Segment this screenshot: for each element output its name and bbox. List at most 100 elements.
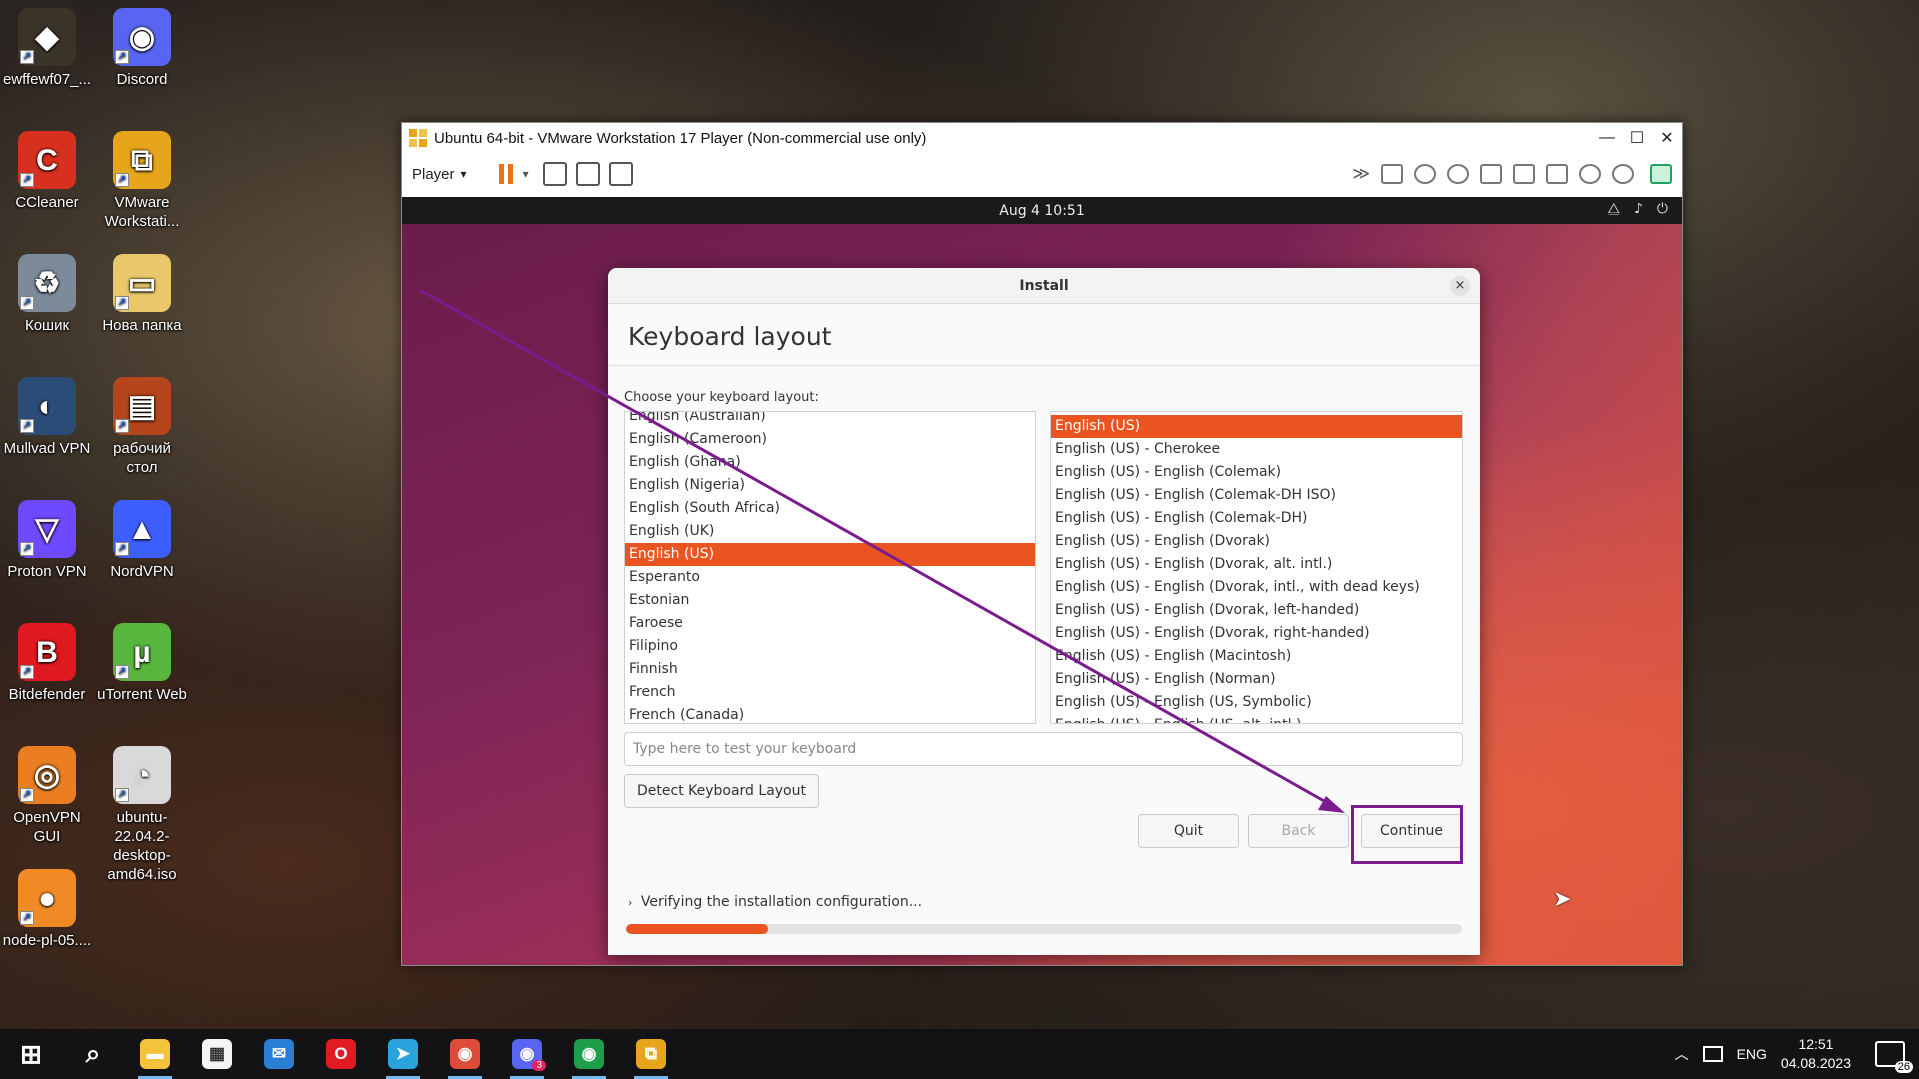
language-list-item[interactable]: English (US)	[625, 543, 1035, 566]
notifications-button[interactable]: 26	[1875, 1041, 1913, 1073]
shortcut-arrow-icon: ↗	[20, 788, 34, 802]
taskbar-mail-button[interactable]: ✉	[248, 1029, 310, 1079]
desktop-icon[interactable]: ▭ ↗ Нова папка	[96, 254, 188, 335]
language-list-item[interactable]: Esperanto	[625, 566, 1035, 589]
language-list-item[interactable]: English (Australian)	[625, 412, 1035, 428]
variant-list-item[interactable]: English (US) - English (US, alt. intl.)	[1051, 714, 1462, 723]
message-log-icon[interactable]	[1650, 164, 1672, 184]
variant-list-item[interactable]: English (US) - English (US, Symbolic)	[1051, 691, 1462, 714]
fit-guest-icon[interactable]	[575, 162, 600, 186]
desktop-icon-label: Кошик	[24, 317, 70, 334]
taskbar-discord-button[interactable]: ◉ 3	[496, 1029, 558, 1079]
cd-drive-icon[interactable]	[1414, 164, 1436, 184]
usb-icon[interactable]	[1612, 164, 1634, 184]
device-icons: ≫	[1352, 164, 1672, 184]
language-list-item[interactable]: Estonian	[625, 589, 1035, 612]
variant-list-item[interactable]: English (US) - English (Colemak-DH)	[1051, 507, 1462, 530]
variant-list-item[interactable]: English (US) - English (Colemak-DH ISO)	[1051, 484, 1462, 507]
back-button[interactable]: Back	[1248, 814, 1349, 848]
variant-list-item[interactable]: English (US)	[1051, 415, 1462, 438]
variant-list-item[interactable]: English (US) - English (Colemak)	[1051, 461, 1462, 484]
vmware-titlebar[interactable]: Ubuntu 64-bit - VMware Workstation 17 Pl…	[402, 123, 1682, 153]
language-list-item[interactable]: English (Cameroon)	[625, 428, 1035, 451]
language-list-item[interactable]: Finnish	[625, 658, 1035, 681]
desktop-icon[interactable]: ♻ ↗ Кошик	[1, 254, 93, 335]
language-list-item[interactable]: French	[625, 681, 1035, 704]
hard-disk-icon[interactable]	[1381, 164, 1403, 184]
detect-keyboard-layout-button[interactable]: Detect Keyboard Layout	[624, 774, 819, 808]
pause-button[interactable]: ▾	[497, 163, 529, 185]
taskbar-opera-button[interactable]: O	[310, 1029, 372, 1079]
desktop-icon[interactable]: ◆ ↗ ewffewf07_...	[1, 8, 93, 89]
taskbar-chrome-button[interactable]: ◉	[434, 1029, 496, 1079]
network-adapter-icon[interactable]	[1513, 164, 1535, 184]
ubuntu-clock[interactable]: Aug 4 10:51	[999, 203, 1085, 219]
desktop-icon[interactable]: ▲ ↗ NordVPN	[96, 500, 188, 581]
desktop-icon[interactable]: ◐ ↗ Mullvad VPN	[1, 377, 93, 458]
quit-button[interactable]: Quit	[1138, 814, 1239, 848]
language-list-item[interactable]: Filipino	[625, 635, 1035, 658]
language-indicator[interactable]: ENG	[1737, 1046, 1767, 1062]
sound-card-icon[interactable]	[1579, 164, 1601, 184]
shortcut-arrow-icon: ↗	[115, 788, 129, 802]
keyboard-test-input[interactable]	[624, 732, 1463, 766]
desktop-icon[interactable]: ◎ ↗ OpenVPN GUI	[1, 746, 93, 846]
dialog-close-button[interactable]: ×	[1450, 276, 1470, 296]
taskbar-search-button[interactable]: ⌕	[62, 1029, 124, 1079]
player-label: Player	[412, 165, 455, 183]
variant-list-item[interactable]: English (US) - English (Dvorak)	[1051, 530, 1462, 553]
variant-list-item[interactable]: English (US) - English (Norman)	[1051, 668, 1462, 691]
cd-drive-2-icon[interactable]	[1447, 164, 1469, 184]
vmware-toolbar: Player ▾ ▾ ≫	[402, 153, 1682, 195]
variant-list-item[interactable]: English (US) - English (Macintosh)	[1051, 645, 1462, 668]
desktop-icon[interactable]: ▤ ↗ рабочий стол	[96, 377, 188, 477]
language-list-item[interactable]: French (Canada)	[625, 704, 1035, 723]
shortcut-arrow-icon: ↗	[115, 665, 129, 679]
minimize-button[interactable]: —	[1592, 129, 1622, 147]
desktop-icon[interactable]: ◉ ↗ Discord	[96, 8, 188, 89]
variant-list-item[interactable]: English (US) - English (Dvorak, right-ha…	[1051, 622, 1462, 645]
desktop-icon[interactable]: ◔ ↗ ubuntu-22.04.2-desktop-amd64.iso	[96, 746, 188, 884]
desktop-icon[interactable]: ● ↗ node-pl-05....	[1, 869, 93, 950]
taskbar-chrome-profile-button[interactable]: ◉	[558, 1029, 620, 1079]
close-window-button[interactable]: ✕	[1652, 128, 1682, 148]
pause-dropdown-icon[interactable]: ▾	[523, 167, 529, 181]
desktop-icon[interactable]: C ↗ CCleaner	[1, 131, 93, 212]
language-list-item[interactable]: English (Nigeria)	[625, 474, 1035, 497]
vmware-window: Ubuntu 64-bit - VMware Workstation 17 Pl…	[401, 122, 1683, 966]
language-list-item[interactable]: English (South Africa)	[625, 497, 1035, 520]
language-list-item[interactable]: Faroese	[625, 612, 1035, 635]
desktop-icon[interactable]: µ ↗ uTorrent Web	[96, 623, 188, 704]
language-list-item[interactable]: English (UK)	[625, 520, 1035, 543]
show-hidden-icons-icon[interactable]: ︿	[1675, 1044, 1689, 1064]
language-list-item[interactable]: English (Ghana)	[625, 451, 1035, 474]
unity-icon[interactable]	[608, 162, 633, 186]
ubuntu-guest-screen[interactable]: Aug 4 10:51 ⧋ ♪ ⏻ Install × Keyboard lay…	[402, 197, 1682, 965]
variant-list-item[interactable]: English (US) - English (Dvorak, intl., w…	[1051, 576, 1462, 599]
floppy-icon[interactable]	[1480, 164, 1502, 184]
variant-list-item[interactable]: English (US) - English (Dvorak, left-han…	[1051, 599, 1462, 622]
desktop-app-icon: ◉ ↗	[113, 8, 171, 66]
taskbar-start-button[interactable]: ⊞	[0, 1029, 62, 1079]
player-menu[interactable]: Player ▾	[412, 166, 467, 183]
expand-chevron-icon[interactable]: ›	[628, 896, 632, 909]
printer-icon[interactable]	[1546, 164, 1568, 184]
variant-list[interactable]: English (US) English (US) - Cherokee Engli…	[1050, 411, 1463, 724]
language-list[interactable]: English (Australian) English (Cameroon) En…	[624, 411, 1036, 724]
variant-list-item[interactable]: English (US) - English (Dvorak, alt. int…	[1051, 553, 1462, 576]
desktop-icon[interactable]: ▽ ↗ Proton VPN	[1, 500, 93, 581]
desktop-icon[interactable]: B ↗ Bitdefender	[1, 623, 93, 704]
taskbar-store-button[interactable]: ▦	[186, 1029, 248, 1079]
taskbar-file-explorer-button[interactable]: ▬	[124, 1029, 186, 1079]
send-ctrl-alt-del-icon[interactable]	[542, 162, 567, 186]
install-dialog: Install × Keyboard layout Choose your ke…	[608, 268, 1480, 955]
desktop-icon[interactable]: ⧉ ↗ VMware Workstati...	[96, 131, 188, 231]
taskbar-telegram-button[interactable]: ➤	[372, 1029, 434, 1079]
taskbar-clock[interactable]: 12:51 04.08.2023	[1781, 1035, 1851, 1073]
maximize-button[interactable]: ☐	[1622, 128, 1652, 148]
fast-forward-icon[interactable]: ≫	[1352, 164, 1370, 184]
taskbar-vmware-button[interactable]: ⧉	[620, 1029, 682, 1079]
network-tray-icon[interactable]	[1702, 1046, 1723, 1062]
variant-list-item[interactable]: English (US) - Cherokee	[1051, 438, 1462, 461]
ubuntu-system-tray[interactable]: ⧋ ♪ ⏻	[1607, 201, 1668, 217]
